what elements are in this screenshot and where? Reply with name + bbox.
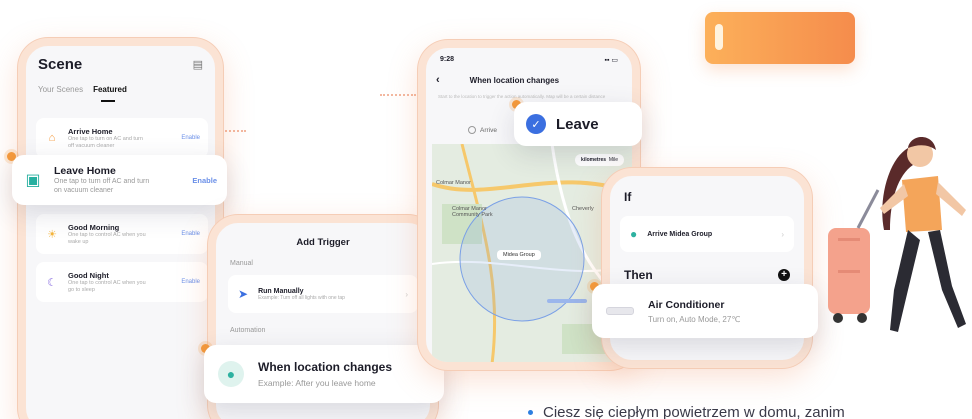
arrive-label: Arrive — [480, 126, 497, 134]
item-subtitle: Example: Turn off all lights with one ta… — [258, 294, 345, 301]
woman-with-suitcase-illustration — [828, 137, 966, 332]
section-label: Manual — [230, 260, 253, 267]
leave-option-card[interactable]: ✓ Leave — [514, 102, 642, 146]
radio-icon — [468, 126, 476, 134]
map-label: Cheverly — [572, 206, 594, 212]
scene-item-arrive-home[interactable]: ⌂ Arrive Home One tap to turn on AC and … — [36, 118, 208, 158]
cursor-icon: ➤ — [238, 287, 249, 301]
map-label: Colmar Manor Community Park — [452, 206, 493, 218]
air-conditioner-icon — [606, 307, 634, 315]
when-location-card[interactable]: ● When location changes Example: After y… — [204, 345, 444, 403]
scene-subtitle: One tap to control AC when you go to sle… — [68, 279, 146, 293]
unit-active[interactable]: kilometres — [581, 157, 606, 163]
unit-toggle[interactable]: kilometres Mile — [575, 154, 624, 166]
section-label: Automation — [230, 327, 266, 334]
when-location-title: When location changes — [258, 360, 393, 374]
air-conditioner-card[interactable]: Air Conditioner Turn on, Auto Mode, 27℃ — [592, 284, 818, 338]
location-pin-icon: ● — [630, 227, 638, 241]
leave-home-card[interactable]: ▣ Leave Home One tap to turn off AC and … — [12, 155, 227, 205]
checkmark-icon: ✓ — [526, 114, 546, 134]
enable-button[interactable]: Enable — [181, 135, 200, 141]
page-title: When location changes — [469, 75, 560, 85]
when-location-subtitle: Example: After you leave home — [258, 378, 376, 388]
scene-item-good-morning[interactable]: ☀ Good Morning One tap to control AC whe… — [36, 214, 208, 254]
chevron-right-icon: › — [781, 229, 784, 239]
page-title: Scene — [38, 56, 83, 73]
back-icon[interactable]: ‹ — [436, 74, 440, 86]
edit-icon[interactable]: ▤ — [193, 58, 203, 71]
chevron-right-icon: › — [405, 289, 408, 299]
status-time: 9:28 — [440, 56, 455, 63]
rule-phone: If ● Arrive Midea Group › Then + — [602, 168, 812, 368]
door-icon: ▣ — [25, 172, 41, 189]
enable-button[interactable]: Enable — [181, 231, 200, 237]
scene-phone: Scene ▤ Your Scenes Featured ⌂ Arrive Ho… — [18, 38, 223, 419]
bottom-caption-text: Ciesz się ciepłym powietrzem w domu, zan… — [543, 404, 845, 419]
scene-title: Good Night — [68, 270, 109, 280]
scene-subtitle: One tap to control AC when you wake up — [68, 231, 146, 245]
enable-button[interactable]: Enable — [192, 176, 217, 185]
then-heading: Then — [624, 268, 653, 282]
unit-other[interactable]: Mile — [609, 157, 618, 163]
add-icon[interactable]: + — [778, 269, 790, 281]
condition-item[interactable]: ● Arrive Midea Group › — [620, 216, 794, 252]
condition-label: Arrive Midea Group — [647, 230, 713, 238]
leave-home-title: Leave Home — [54, 165, 116, 177]
leave-label: Leave — [556, 115, 599, 133]
item-title: Run Manually — [258, 287, 304, 295]
moon-icon: ☾ — [47, 276, 57, 289]
page-title: Add Trigger — [296, 237, 350, 248]
run-manually-item[interactable]: ➤ Run Manually Example: Turn off all lig… — [228, 275, 418, 313]
connector — [380, 94, 416, 96]
decorative-bar — [705, 12, 855, 64]
ac-title: Air Conditioner — [648, 298, 725, 311]
scene-title: Arrive Home — [68, 126, 113, 136]
location-pin-icon: ● — [218, 361, 244, 387]
bottom-caption: Ciesz się ciepłym powietrzem w domu, zan… — [528, 404, 845, 419]
if-heading: If — [624, 190, 632, 204]
tab-your-scenes[interactable]: Your Scenes — [38, 85, 83, 94]
battery-icon: ▪▪ ▭ — [604, 57, 618, 64]
scene-subtitle: One tap to turn on AC and turn off vacuu… — [68, 135, 143, 149]
map-pin-label: Midea Group — [497, 250, 541, 260]
scene-item-good-night[interactable]: ☾ Good Night One tap to control AC when … — [36, 262, 208, 302]
connector — [222, 130, 246, 132]
home-icon: ⌂ — [48, 132, 56, 144]
ac-subtitle: Turn on, Auto Mode, 27℃ — [648, 314, 741, 324]
leave-home-subtitle: One tap to turn off AC and turn on vacuu… — [54, 178, 150, 194]
sun-icon: ☀ — [47, 228, 57, 241]
scene-title: Good Morning — [68, 222, 120, 232]
enable-button[interactable]: Enable — [181, 279, 200, 285]
bullet-icon — [528, 410, 533, 415]
tab-featured[interactable]: Featured — [93, 85, 127, 102]
arrive-option[interactable]: Arrive — [468, 126, 497, 134]
map-label: Colmar Manor — [436, 180, 471, 186]
